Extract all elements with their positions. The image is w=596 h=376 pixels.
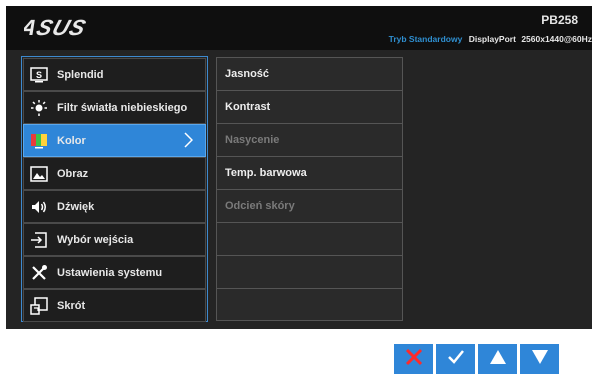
svg-text:S: S	[36, 70, 42, 80]
menu-label: Ustawienia systemu	[57, 266, 163, 279]
close-button[interactable]	[394, 344, 433, 374]
arrow-up-icon	[488, 347, 508, 372]
down-button[interactable]	[520, 344, 559, 374]
check-icon	[446, 347, 466, 372]
asus-logo: ASUS	[16, 16, 108, 44]
resolution: 2560x1440@60Hz	[521, 34, 592, 44]
confirm-button[interactable]	[436, 344, 475, 374]
menu-label: Kolor	[57, 134, 86, 147]
tools-icon	[29, 264, 49, 282]
speaker-icon	[29, 198, 49, 216]
submenu-item-brightness[interactable]: Jasność	[217, 58, 402, 91]
menu-label: Obraz	[57, 167, 89, 180]
menu-item-blue-light-filter[interactable]: Filtr światła niebieskiego	[23, 91, 206, 124]
submenu-item-saturation: Nasycenie	[217, 124, 402, 157]
model-name: PB258	[541, 13, 578, 27]
submenu-item-contrast[interactable]: Kontrast	[217, 91, 402, 124]
submenu-empty-row	[217, 223, 402, 256]
color-icon	[29, 132, 49, 150]
input-source: DisplayPort	[468, 34, 516, 44]
input-select-icon	[29, 231, 49, 249]
menu-item-shortcut[interactable]: Skrót	[23, 289, 206, 322]
menu-label: Wybór wejścia	[57, 233, 134, 246]
menu-label: Dźwięk	[57, 200, 95, 213]
blue-light-icon	[29, 99, 49, 117]
submenu-empty-row	[217, 289, 402, 322]
arrow-down-icon	[530, 347, 550, 372]
menu-item-sound[interactable]: Dźwięk	[23, 190, 206, 223]
osd-panel: ASUS PB258 Tryb Standardowy DisplayPort …	[6, 6, 592, 329]
menu-item-system-settings[interactable]: Ustawienia systemu	[23, 256, 206, 289]
color-submenu: Jasność Kontrast Nasycenie Temp. barwowa…	[216, 57, 403, 321]
menu-item-color[interactable]: Kolor	[23, 124, 206, 157]
display-mode: Tryb Standardowy	[388, 34, 463, 44]
chevron-right-icon	[183, 132, 194, 153]
shortcut-icon	[29, 296, 49, 315]
menu-item-image[interactable]: Obraz	[23, 157, 206, 190]
submenu-item-color-temp[interactable]: Temp. barwowa	[217, 157, 402, 190]
image-icon	[29, 165, 49, 183]
close-icon	[404, 347, 424, 372]
menu-item-splendid[interactable]: S Splendid	[23, 58, 206, 91]
menu-item-input-select[interactable]: Wybór wejścia	[23, 223, 206, 256]
submenu-empty-row	[217, 256, 402, 289]
up-button[interactable]	[478, 344, 517, 374]
status-bar: Tryb Standardowy DisplayPort 2560x1440@6…	[389, 34, 592, 44]
submenu-item-skin-tone: Odcień skóry	[217, 190, 402, 223]
menu-label: Splendid	[57, 68, 104, 81]
main-menu: S Splendid Filtr światła niebieskiego Ko…	[21, 56, 208, 322]
osd-header: ASUS PB258 Tryb Standardowy DisplayPort …	[6, 6, 592, 50]
menu-label: Skrót	[57, 299, 86, 312]
menu-label: Filtr światła niebieskiego	[57, 101, 188, 114]
splendid-icon: S	[29, 66, 49, 84]
svg-text:ASUS: ASUS	[24, 17, 90, 39]
